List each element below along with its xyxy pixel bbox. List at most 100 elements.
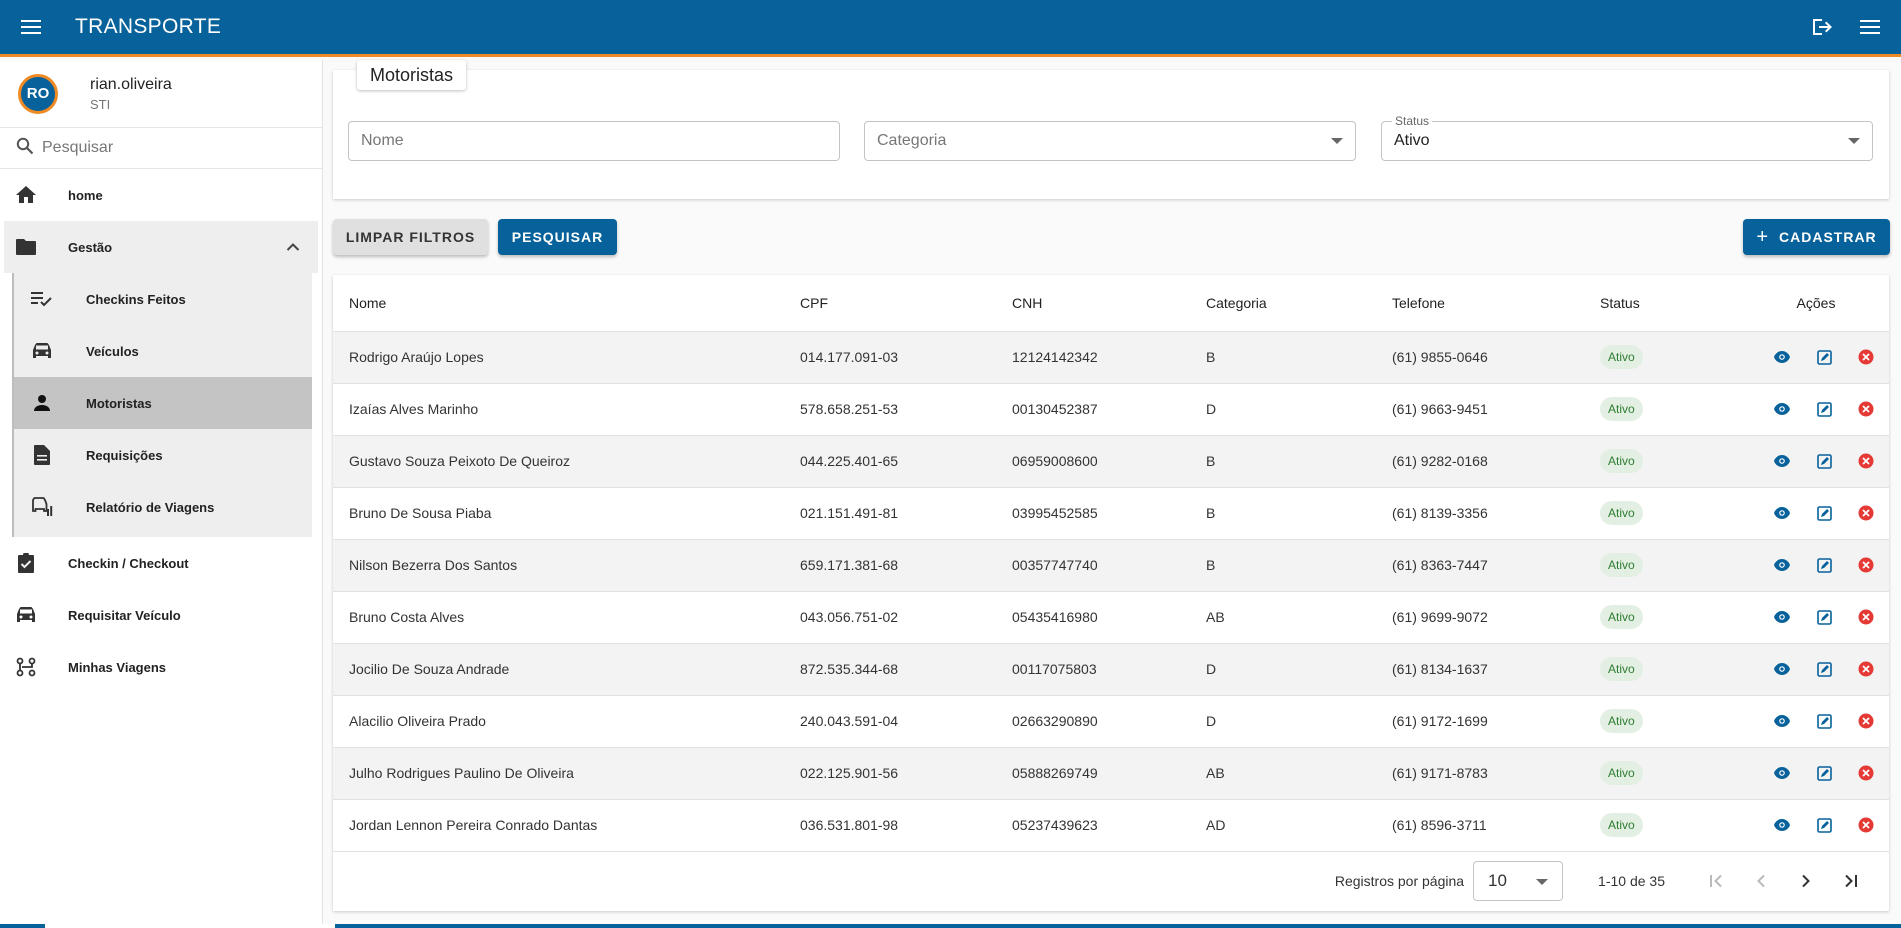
filter-card: Motoristas Nome Categoria Status Ativo — [333, 60, 1889, 199]
eye-icon[interactable] — [1773, 660, 1791, 678]
cell-cpf: 240.043.591-04 — [784, 695, 996, 748]
cell-nome: Jordan Lennon Pereira Conrado Dantas — [333, 799, 784, 852]
edit-icon[interactable] — [1815, 348, 1833, 366]
table-row[interactable]: Alacilio Oliveira Prado 240.043.591-04 026… — [333, 695, 1889, 748]
table-row[interactable]: Bruno De Sousa Piaba 021.151.491-81 039954… — [333, 487, 1889, 540]
delete-icon[interactable] — [1857, 712, 1875, 730]
sidebar-item-requisicoes[interactable]: Requisições — [14, 429, 312, 481]
cell-cnh: 00357747740 — [996, 539, 1190, 592]
delete-icon[interactable] — [1857, 660, 1875, 678]
column-header-categoria[interactable]: Categoria — [1190, 275, 1376, 332]
table-row[interactable]: Gustavo Souza Peixoto De Queiroz 044.225.… — [333, 435, 1889, 488]
car-icon — [30, 339, 54, 363]
table-row[interactable]: Bruno Costa Alves 043.056.751-02 054354169… — [333, 591, 1889, 644]
eye-icon[interactable] — [1773, 608, 1791, 626]
eye-icon[interactable] — [1773, 504, 1791, 522]
clear-filters-button[interactable]: LIMPAR FILTROS — [333, 219, 488, 255]
delete-icon[interactable] — [1857, 816, 1875, 834]
delete-icon[interactable] — [1857, 556, 1875, 574]
cell-categoria: B — [1190, 435, 1376, 488]
sidebar-item-label: Veículos — [86, 343, 139, 359]
cell-cnh: 06959008600 — [996, 435, 1190, 488]
sidebar-item-veiculos[interactable]: Veículos — [14, 325, 312, 377]
cell-status: Ativo — [1584, 695, 1743, 748]
eye-icon[interactable] — [1773, 764, 1791, 782]
create-button[interactable]: + CADASTRAR — [1743, 219, 1890, 255]
table-row[interactable]: Julho Rodrigues Paulino De Oliveira 022.1… — [333, 747, 1889, 800]
edit-icon[interactable] — [1815, 608, 1833, 626]
prev-page-icon[interactable] — [1738, 861, 1783, 901]
edit-icon[interactable] — [1815, 556, 1833, 574]
sidebar-item-checkins-feitos[interactable]: Checkins Feitos — [14, 273, 312, 325]
eye-icon[interactable] — [1773, 400, 1791, 418]
column-header-cnh[interactable]: CNH — [996, 275, 1190, 332]
delete-icon[interactable] — [1857, 348, 1875, 366]
sidebar-item-relatorio-viagens[interactable]: Relatório de Viagens — [14, 481, 312, 533]
table-row[interactable]: Jordan Lennon Pereira Conrado Dantas 036.… — [333, 799, 1889, 852]
folder-icon — [14, 235, 38, 259]
cell-nome: Jocilio De Souza Andrade — [333, 643, 784, 696]
playlist-check-icon — [30, 287, 54, 311]
status-badge: Ativo — [1600, 605, 1643, 629]
sidebar-item-gestao[interactable]: Gestão — [4, 221, 318, 273]
search-button[interactable]: PESQUISAR — [498, 219, 617, 255]
column-header-telefone[interactable]: Telefone — [1376, 275, 1584, 332]
menu-icon[interactable] — [1849, 6, 1891, 48]
status-badge: Ativo — [1600, 657, 1643, 681]
delete-icon[interactable] — [1857, 400, 1875, 418]
categoria-select[interactable]: Categoria — [864, 121, 1356, 161]
cell-telefone: (61) 9171-8783 — [1376, 747, 1584, 800]
table-row[interactable]: Nilson Bezerra Dos Santos 659.171.381-68 0… — [333, 539, 1889, 592]
edit-icon[interactable] — [1815, 764, 1833, 782]
eye-icon[interactable] — [1773, 348, 1791, 366]
status-badge: Ativo — [1600, 397, 1643, 421]
nome-field[interactable]: Nome — [348, 121, 840, 161]
column-header-nome[interactable]: Nome — [333, 275, 784, 332]
sidebar-search-input[interactable] — [42, 139, 302, 157]
column-header-status[interactable]: Status — [1584, 275, 1743, 332]
column-header-cpf[interactable]: CPF — [784, 275, 996, 332]
edit-icon[interactable] — [1815, 452, 1833, 470]
clipboard-check-icon — [14, 551, 38, 575]
table-row[interactable]: Jocilio De Souza Andrade 872.535.344-68 00… — [333, 643, 1889, 696]
sidebar-item-checkin-checkout[interactable]: Checkin / Checkout — [0, 537, 322, 589]
cell-acoes — [1743, 383, 1889, 436]
cell-acoes — [1743, 435, 1889, 488]
sidebar-item-minhas-viagens[interactable]: Minhas Viagens — [0, 641, 322, 693]
menu-icon[interactable] — [0, 0, 62, 56]
delete-icon[interactable] — [1857, 764, 1875, 782]
cell-acoes — [1743, 331, 1889, 384]
logout-icon[interactable] — [1801, 6, 1843, 48]
sidebar-item-requisitar-veiculo[interactable]: Requisitar Veículo — [0, 589, 322, 641]
next-page-icon[interactable] — [1783, 861, 1828, 901]
cell-nome: Julho Rodrigues Paulino De Oliveira — [333, 747, 784, 800]
eye-icon[interactable] — [1773, 712, 1791, 730]
main-content: Motoristas Nome Categoria Status Ativo L… — [324, 60, 1901, 928]
rows-per-page-select[interactable]: 10 — [1473, 861, 1564, 901]
eye-icon[interactable] — [1773, 452, 1791, 470]
edit-icon[interactable] — [1815, 400, 1833, 418]
edit-icon[interactable] — [1815, 816, 1833, 834]
status-select[interactable]: Status Ativo — [1381, 114, 1873, 161]
cell-status: Ativo — [1584, 799, 1743, 852]
cell-cpf: 659.171.381-68 — [784, 539, 996, 592]
delete-icon[interactable] — [1857, 504, 1875, 522]
cell-status: Ativo — [1584, 487, 1743, 540]
eye-icon[interactable] — [1773, 556, 1791, 574]
edit-icon[interactable] — [1815, 712, 1833, 730]
edit-icon[interactable] — [1815, 504, 1833, 522]
chevron-up-icon[interactable] — [286, 238, 300, 256]
edit-icon[interactable] — [1815, 660, 1833, 678]
eye-icon[interactable] — [1773, 816, 1791, 834]
user-profile[interactable]: RO rian.oliveira STI — [0, 60, 322, 128]
sidebar-item-motoristas[interactable]: Motoristas — [14, 377, 312, 429]
delete-icon[interactable] — [1857, 608, 1875, 626]
status-badge: Ativo — [1600, 813, 1643, 837]
table-row[interactable]: Izaías Alves Marinho 578.658.251-53 001304… — [333, 383, 1889, 436]
last-page-icon[interactable] — [1828, 861, 1873, 901]
cell-categoria: AB — [1190, 747, 1376, 800]
sidebar-item-home[interactable]: home — [0, 169, 322, 221]
delete-icon[interactable] — [1857, 452, 1875, 470]
table-row[interactable]: Rodrigo Araújo Lopes 014.177.091-03 121241… — [333, 331, 1889, 384]
first-page-icon[interactable] — [1693, 861, 1738, 901]
